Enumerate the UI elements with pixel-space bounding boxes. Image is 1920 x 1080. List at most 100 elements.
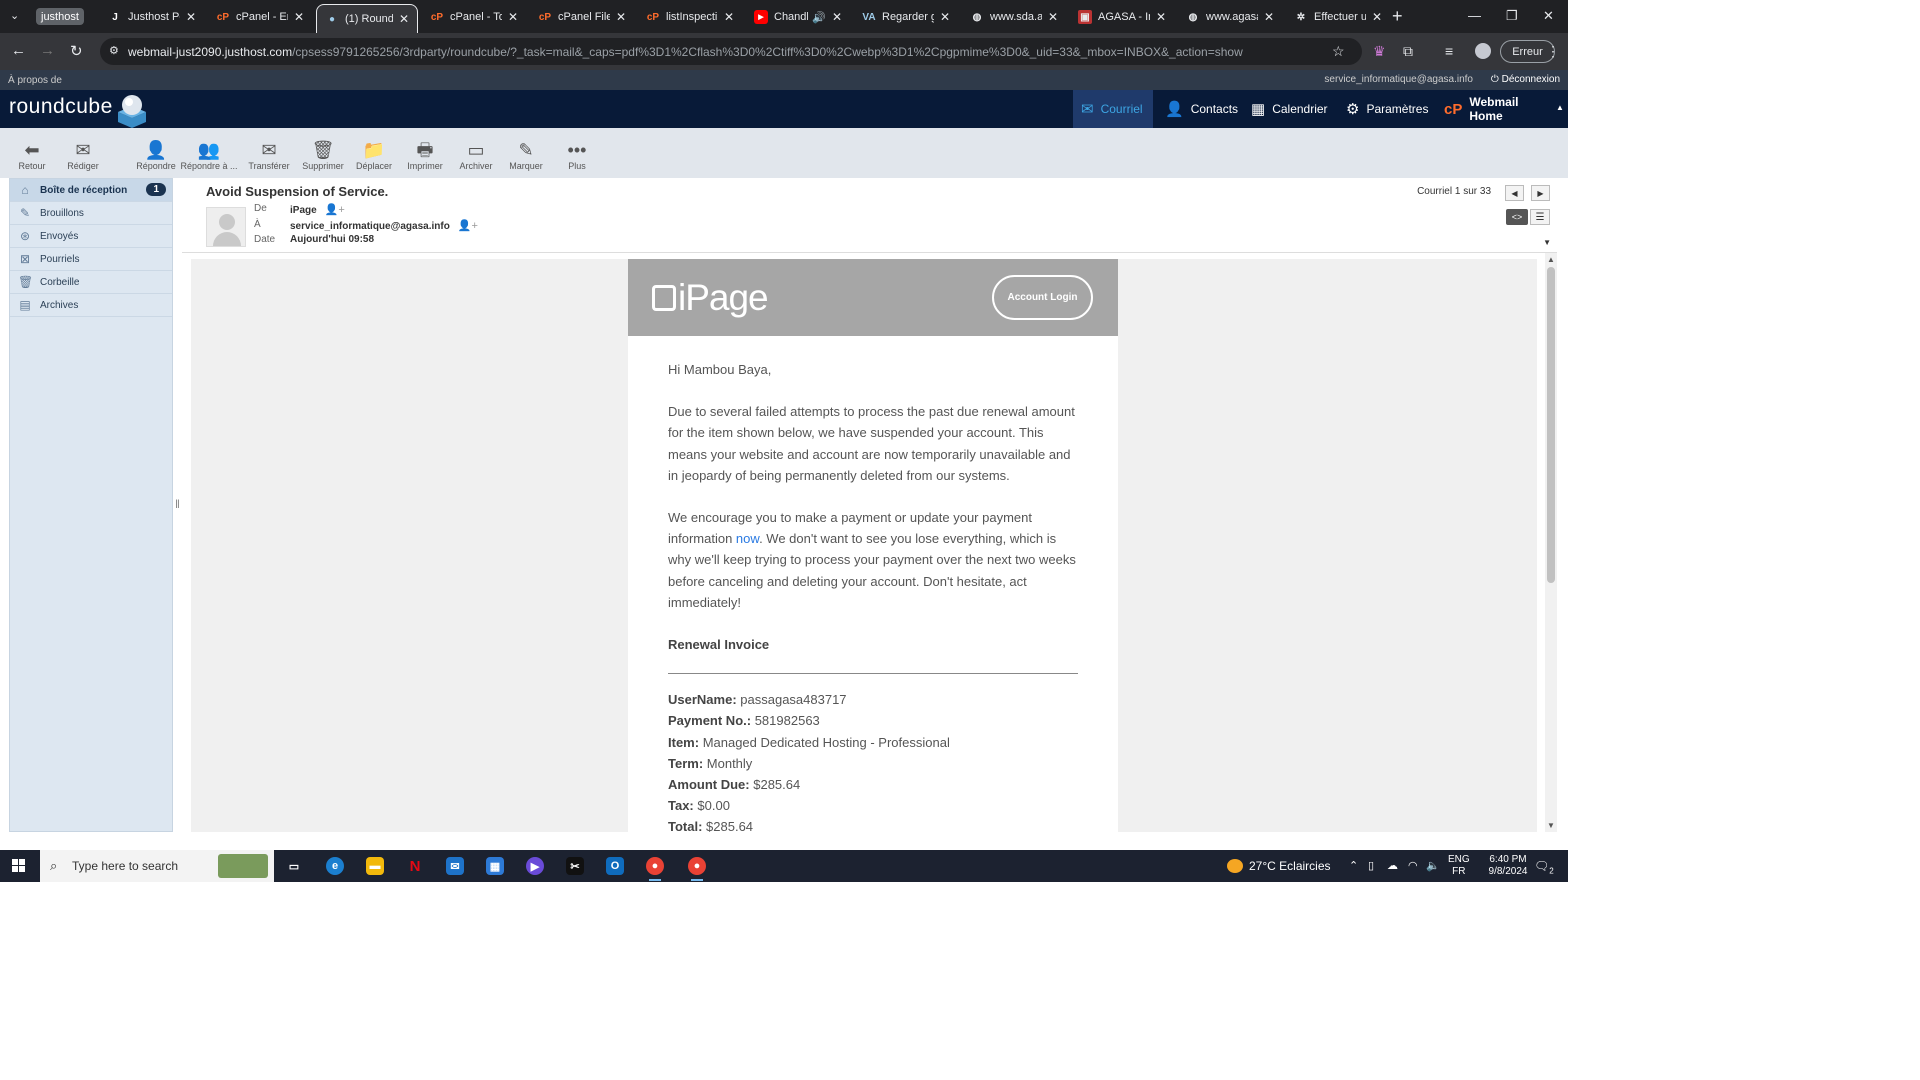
delete-button[interactable]: 🗑 Supprimer	[297, 139, 349, 171]
close-tab-icon[interactable]: ✕	[1156, 10, 1166, 24]
language-indicator[interactable]: ENG FR	[1448, 854, 1470, 878]
close-tab-icon[interactable]: ✕	[186, 10, 196, 24]
expand-header-chevron-icon[interactable]: ▼	[1543, 238, 1551, 247]
next-message-button[interactable]: ▶	[1531, 185, 1550, 201]
browser-tab[interactable]: cP listInspecti ✕	[638, 4, 742, 30]
archive-button[interactable]: ▭ Archiver	[450, 139, 502, 171]
back-arrow-icon[interactable]: ←	[11, 42, 26, 59]
browser-tab[interactable]: ✲ Effectuer u ✕	[1286, 4, 1390, 30]
extensions-puzzle-icon[interactable]: ⧉	[1403, 43, 1413, 60]
notification-center-icon[interactable]: 🗨2	[1534, 859, 1554, 875]
folder-archives[interactable]: ▤ Archives	[10, 294, 172, 317]
plain-text-toggle-icon[interactable]: ☰	[1530, 209, 1550, 225]
browser-tab[interactable]: ◍ www.agasa ✕	[1178, 4, 1282, 30]
collapse-caret-icon[interactable]: ▲	[1556, 103, 1564, 112]
browser-tab[interactable]: cP cPanel - Em ✕	[208, 4, 312, 30]
weather-widget[interactable]: 27°C Eclaircies	[1227, 859, 1331, 873]
nav-mail[interactable]: ✉ Courriel	[1073, 90, 1153, 128]
site-info-icon[interactable]: ⚙	[109, 44, 119, 57]
previous-message-button[interactable]: ◀	[1505, 185, 1524, 201]
netflix-icon[interactable]: N	[406, 857, 424, 875]
browser-tab[interactable]: cP cPanel File ✕	[530, 4, 634, 30]
scroll-down-arrow-icon[interactable]: ▼	[1547, 821, 1555, 830]
forward-button[interactable]: ✉ Transférer	[243, 139, 295, 171]
folder-drafts[interactable]: ✎ Brouillons	[10, 202, 172, 225]
browser-tab[interactable]: ▶ Chandl 🔊 ✕	[746, 4, 850, 30]
nav-webmail-home[interactable]: cP Webmail Home	[1436, 90, 1558, 128]
close-tab-icon[interactable]: ✕	[508, 10, 518, 24]
reply-button[interactable]: 👤 Répondre	[130, 139, 182, 171]
speaker-icon[interactable]: 🔊	[812, 11, 826, 24]
move-button[interactable]: 📁 Déplacer	[348, 139, 400, 171]
close-tab-icon[interactable]: ✕	[1264, 10, 1274, 24]
volume-icon[interactable]: 🔈	[1426, 859, 1440, 872]
folder-junk[interactable]: ⊠ Pourriels	[10, 248, 172, 271]
browser-tab[interactable]: cP cPanel - To ✕	[422, 4, 526, 30]
windows-start-icon[interactable]	[12, 859, 26, 873]
close-tab-icon[interactable]: ✕	[1372, 10, 1382, 24]
close-tab-icon[interactable]: ✕	[616, 10, 626, 24]
pane-splitter-handle[interactable]: ‖	[175, 497, 180, 511]
back-button[interactable]: ⬅ Retour	[6, 139, 58, 171]
tab-group-label[interactable]: justhost	[36, 8, 84, 25]
nav-contacts[interactable]: 👤 Contacts	[1157, 90, 1239, 128]
add-contact-icon[interactable]: 👤+	[458, 220, 478, 232]
folder-inbox[interactable]: ⌂ Boîte de réception 1	[10, 179, 172, 202]
scroll-up-arrow-icon[interactable]: ▲	[1547, 255, 1555, 264]
nav-settings[interactable]: ⚙ Paramètres	[1338, 90, 1434, 128]
task-view-icon[interactable]: ▭	[285, 857, 303, 875]
microsoft-store-icon[interactable]: ▦	[486, 857, 504, 875]
onedrive-cloud-icon[interactable]: ☁	[1387, 859, 1398, 872]
more-button[interactable]: ••• Plus	[551, 139, 603, 171]
forward-arrow-icon[interactable]: →	[40, 42, 55, 59]
system-clock[interactable]: 6:40 PM 9/8/2024	[1483, 854, 1533, 878]
browser-tab[interactable]: ▣ AGASA - In ✕	[1070, 4, 1174, 30]
browser-tab[interactable]: VA Regarder g ✕	[854, 4, 958, 30]
profile-avatar[interactable]	[1475, 43, 1491, 59]
close-tab-icon[interactable]: ✕	[940, 10, 950, 24]
about-link[interactable]: À propos de	[8, 75, 62, 86]
window-close-icon[interactable]: ✕	[1543, 8, 1554, 24]
mail-app-icon[interactable]: ✉	[446, 857, 464, 875]
tab-search-chevron-icon[interactable]: ⌄	[10, 9, 19, 22]
extension-crown-icon[interactable]: ♛	[1373, 43, 1386, 60]
restore-icon[interactable]: ❐	[1506, 8, 1518, 24]
logout-link[interactable]: ⏻ Déconnexion	[1491, 74, 1560, 85]
show-hidden-icons-chevron-icon[interactable]: ⌃	[1349, 859, 1358, 872]
add-contact-icon[interactable]: 👤+	[325, 204, 345, 216]
close-tab-icon[interactable]: ✕	[832, 10, 842, 24]
browser-tab[interactable]: ◍ www.sda.a ✕	[962, 4, 1066, 30]
compose-button[interactable]: ✉ Rédiger	[57, 139, 109, 171]
nav-calendar[interactable]: ▦ Calendrier	[1243, 90, 1335, 128]
folder-trash[interactable]: 🗑 Corbeille	[10, 271, 172, 294]
url-field[interactable]: webmail-just2090.justhost.com/cpsess9791…	[100, 38, 1362, 65]
browser-tab[interactable]: J Justhost Po ✕	[100, 4, 204, 30]
media-queue-icon[interactable]: ≡	[1445, 43, 1453, 59]
close-tab-icon[interactable]: ✕	[1048, 10, 1058, 24]
capcut-icon[interactable]: ✂	[566, 857, 584, 875]
html-view-toggle-icon[interactable]: <>	[1506, 209, 1528, 225]
chrome-icon[interactable]: ●	[688, 857, 706, 881]
close-tab-icon[interactable]: ✕	[724, 10, 734, 24]
bookmark-star-icon[interactable]: ☆	[1332, 43, 1345, 60]
scrollbar-thumb[interactable]	[1547, 267, 1555, 583]
minimize-icon[interactable]: —	[1468, 8, 1481, 23]
outlook-icon[interactable]: O	[606, 857, 624, 875]
reload-icon[interactable]: ↻	[70, 42, 83, 60]
meet-now-icon[interactable]: ▯	[1368, 859, 1374, 872]
chrome-icon[interactable]: ●	[646, 857, 664, 881]
now-link[interactable]: now	[736, 531, 759, 546]
to-value[interactable]: service_informatique@agasa.info 👤+	[290, 219, 478, 232]
print-button[interactable]: 🖶 Imprimer	[399, 139, 451, 171]
close-tab-icon[interactable]: ✕	[399, 12, 409, 26]
reply-all-button[interactable]: 👥 Répondre à ...	[180, 139, 238, 171]
message-scrollbar[interactable]: ▲ ▼	[1545, 253, 1557, 832]
media-player-icon[interactable]: ▶	[526, 857, 544, 875]
edge-browser-icon[interactable]: e	[326, 857, 344, 875]
new-tab-plus-icon[interactable]: +	[1392, 6, 1403, 27]
close-tab-icon[interactable]: ✕	[294, 10, 304, 24]
file-explorer-icon[interactable]: ▬	[366, 857, 384, 875]
browser-tab-active[interactable]: ● (1) Roundc ✕	[316, 4, 418, 33]
from-value[interactable]: iPage 👤+	[290, 203, 345, 216]
account-login-button[interactable]: Account Login	[992, 275, 1093, 320]
